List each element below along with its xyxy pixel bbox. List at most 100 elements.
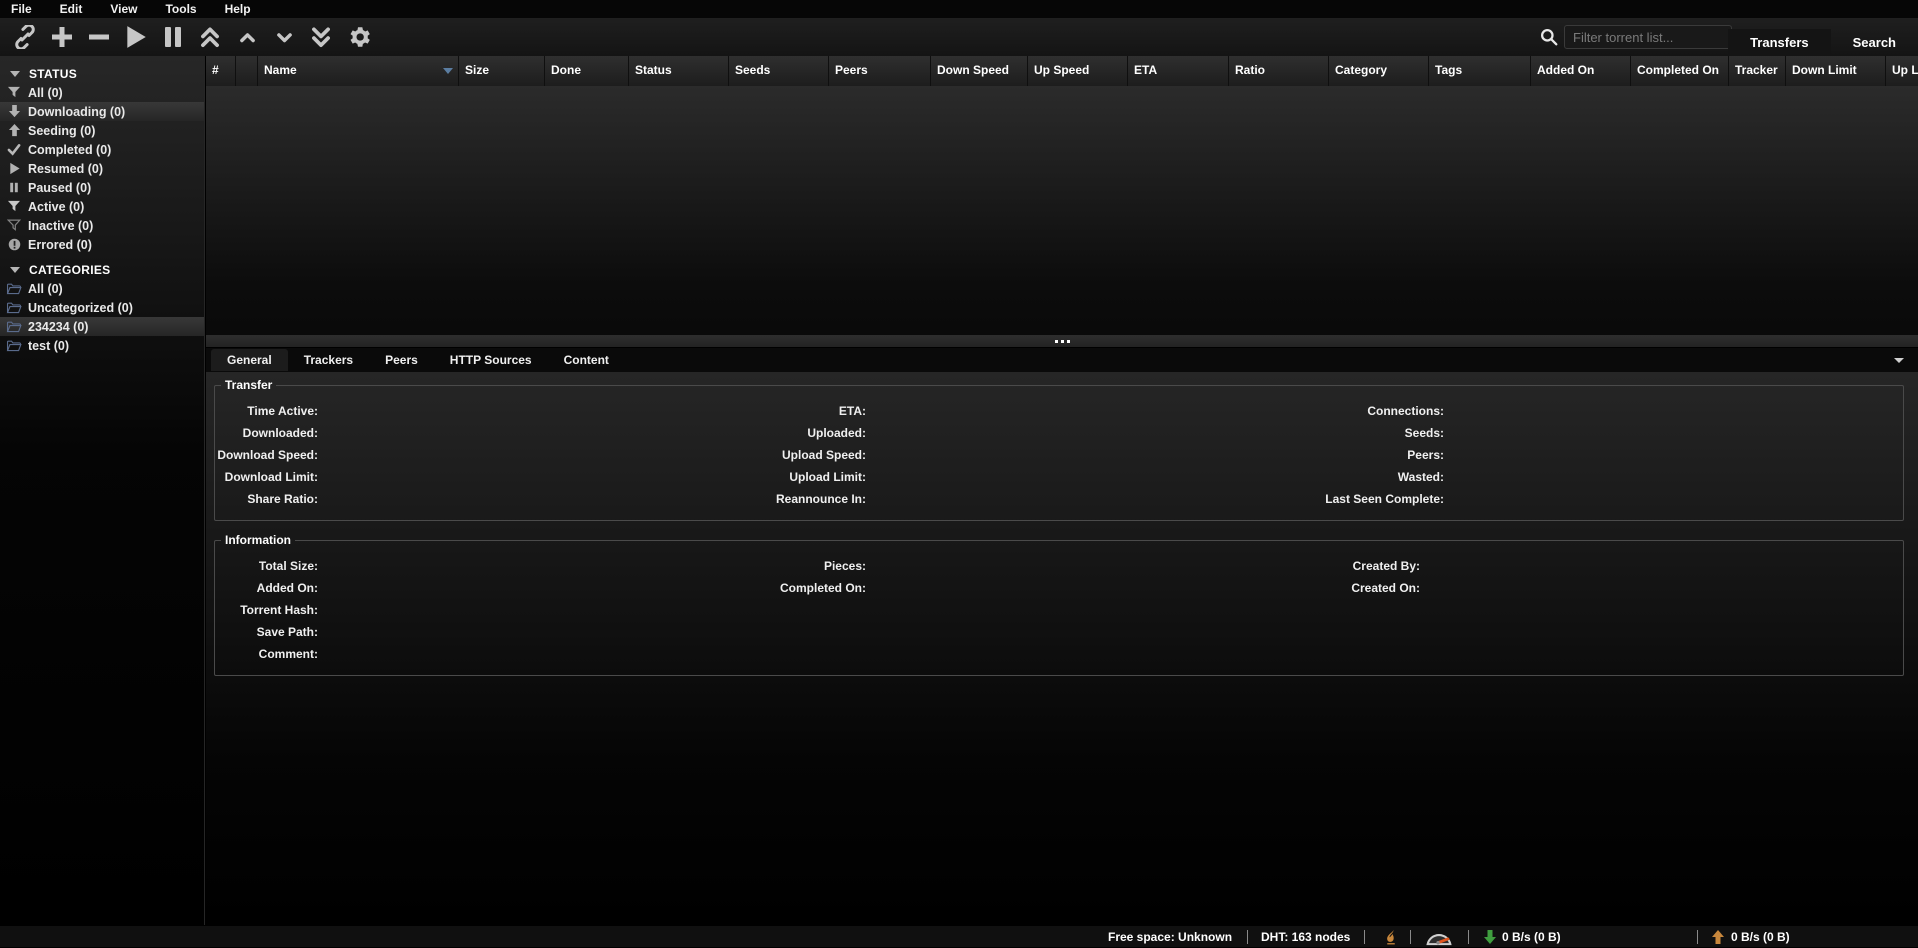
sidebar-item-label: Active (0) <box>28 200 84 214</box>
tab-general[interactable]: General <box>211 349 288 371</box>
decrease-priority-button[interactable] <box>269 22 299 52</box>
status-section-header[interactable]: STATUS <box>0 64 204 83</box>
sidebar-item-paused[interactable]: Paused (0) <box>0 178 204 197</box>
column-eta[interactable]: ETA <box>1128 56 1229 86</box>
menu-help[interactable]: Help <box>225 2 251 16</box>
tab-search[interactable]: Search <box>1831 29 1918 56</box>
active-filter-icon <box>6 200 22 213</box>
categories-section-header[interactable]: CATEGORIES <box>0 260 204 279</box>
delete-torrent-button[interactable] <box>84 22 114 52</box>
information-legend: Information <box>221 533 295 547</box>
resume-button[interactable] <box>121 22 151 52</box>
plus-icon <box>50 25 74 49</box>
column-up-speed[interactable]: Up Speed <box>1028 56 1128 86</box>
tab-http-sources[interactable]: HTTP Sources <box>434 349 548 371</box>
sidebar-item-label: All (0) <box>28 282 63 296</box>
seeding-icon <box>6 124 22 137</box>
transfer-row: Download Limit: Upload Limit: Wasted: <box>215 466 1903 488</box>
folder-open-icon <box>6 302 22 314</box>
statusbar: Free space: Unknown DHT: 163 nodes 0 B/s… <box>0 925 1918 947</box>
column-up-limit[interactable]: Up Limit <box>1886 56 1918 86</box>
column-down-speed[interactable]: Down Speed <box>931 56 1028 86</box>
torrent-list-empty[interactable] <box>206 86 1918 335</box>
statusbar-separator <box>1468 930 1469 944</box>
errored-icon <box>6 238 22 251</box>
status-section-title: STATUS <box>29 67 77 81</box>
column-name[interactable]: Name <box>258 56 459 86</box>
sidebar-item-all[interactable]: All (0) <box>0 83 204 102</box>
information-row: Total Size: Pieces: Created By: <box>215 555 1903 577</box>
sidebar-item-label: test (0) <box>28 339 69 353</box>
column-number[interactable]: # <box>206 56 236 86</box>
column-category[interactable]: Category <box>1329 56 1429 86</box>
information-row: Save Path: <box>215 621 1903 643</box>
comment-label: Comment: <box>215 643 318 665</box>
sidebar-item-completed[interactable]: Completed (0) <box>0 140 204 159</box>
sidebar-category-uncategorized[interactable]: Uncategorized (0) <box>0 298 204 317</box>
tab-peers[interactable]: Peers <box>369 349 434 371</box>
tab-trackers[interactable]: Trackers <box>288 349 369 371</box>
categories-section-title: CATEGORIES <box>29 263 110 277</box>
sidebar-category-234234[interactable]: 234234 (0) <box>0 317 204 336</box>
add-torrent-link-button[interactable] <box>10 22 40 52</box>
tab-content[interactable]: Content <box>548 349 625 371</box>
main-panel: # Name Size Done Status Seeds Peers Down… <box>206 56 1918 925</box>
column-ratio[interactable]: Ratio <box>1229 56 1329 86</box>
upload-speed-status: 0 B/s (0 B) <box>1731 926 1790 948</box>
sidebar-item-active[interactable]: Active (0) <box>0 197 204 216</box>
menu-tools[interactable]: Tools <box>165 2 196 16</box>
column-seeds[interactable]: Seeds <box>729 56 829 86</box>
connections-label: Connections: <box>215 400 1444 422</box>
sidebar-item-inactive[interactable]: Inactive (0) <box>0 216 204 235</box>
sidebar-item-downloading[interactable]: Downloading (0) <box>0 102 204 121</box>
menu-edit[interactable]: Edit <box>60 2 83 16</box>
sidebar-item-resumed[interactable]: Resumed (0) <box>0 159 204 178</box>
column-completed-on[interactable]: Completed On <box>1631 56 1729 86</box>
column-tracker[interactable]: Tracker <box>1729 56 1786 86</box>
sidebar-item-label: Downloading (0) <box>28 105 125 119</box>
sidebar-item-label: All (0) <box>28 86 63 100</box>
sidebar-item-errored[interactable]: Errored (0) <box>0 235 204 254</box>
created-on-label: Created On: <box>215 577 1420 599</box>
menu-file[interactable]: File <box>11 2 32 16</box>
options-button[interactable] <box>343 22 373 52</box>
collapse-caret-icon <box>10 71 20 77</box>
statusbar-separator <box>1697 930 1698 944</box>
top-priority-button[interactable] <box>195 22 225 52</box>
alt-speed-gauge-icon[interactable] <box>1424 926 1454 948</box>
wasted-label: Wasted: <box>215 466 1444 488</box>
column-icon[interactable] <box>236 56 258 86</box>
tabbar-dropdown-icon[interactable] <box>1894 358 1904 363</box>
column-status[interactable]: Status <box>629 56 729 86</box>
panel-splitter[interactable] <box>206 335 1918 348</box>
sidebar-item-label: Paused (0) <box>28 181 91 195</box>
column-done[interactable]: Done <box>545 56 629 86</box>
information-row: Torrent Hash: <box>215 599 1903 621</box>
general-properties-panel: Transfer Time Active: ETA: Connections: … <box>206 372 1918 925</box>
splitter-dot <box>1061 340 1064 343</box>
pause-button[interactable] <box>158 22 188 52</box>
sidebar-item-seeding[interactable]: Seeding (0) <box>0 121 204 140</box>
column-tags[interactable]: Tags <box>1429 56 1531 86</box>
menu-view[interactable]: View <box>110 2 137 16</box>
bottom-priority-button[interactable] <box>306 22 336 52</box>
column-down-limit[interactable]: Down Limit <box>1786 56 1886 86</box>
sidebar-category-all[interactable]: All (0) <box>0 279 204 298</box>
resumed-play-icon <box>6 162 22 175</box>
torrent-table-header: # Name Size Done Status Seeds Peers Down… <box>206 56 1918 86</box>
folder-open-icon <box>6 321 22 333</box>
transfer-row: Share Ratio: Reannounce In: Last Seen Co… <box>215 488 1903 510</box>
play-icon <box>123 24 149 50</box>
filter-torrent-input[interactable] <box>1564 25 1732 49</box>
column-added-on[interactable]: Added On <box>1531 56 1631 86</box>
tab-transfers[interactable]: Transfers <box>1728 29 1831 56</box>
increase-priority-button[interactable] <box>232 22 262 52</box>
peers-label: Peers: <box>215 444 1444 466</box>
sidebar-category-test[interactable]: test (0) <box>0 336 204 355</box>
column-peers[interactable]: Peers <box>829 56 931 86</box>
detail-tabbar: General Trackers Peers HTTP Sources Cont… <box>206 348 1918 372</box>
add-torrent-file-button[interactable] <box>47 22 77 52</box>
information-fieldset: Information Total Size: Pieces: Created … <box>214 533 1904 676</box>
column-size[interactable]: Size <box>459 56 545 86</box>
sidebar-item-label: 234234 (0) <box>28 320 88 334</box>
